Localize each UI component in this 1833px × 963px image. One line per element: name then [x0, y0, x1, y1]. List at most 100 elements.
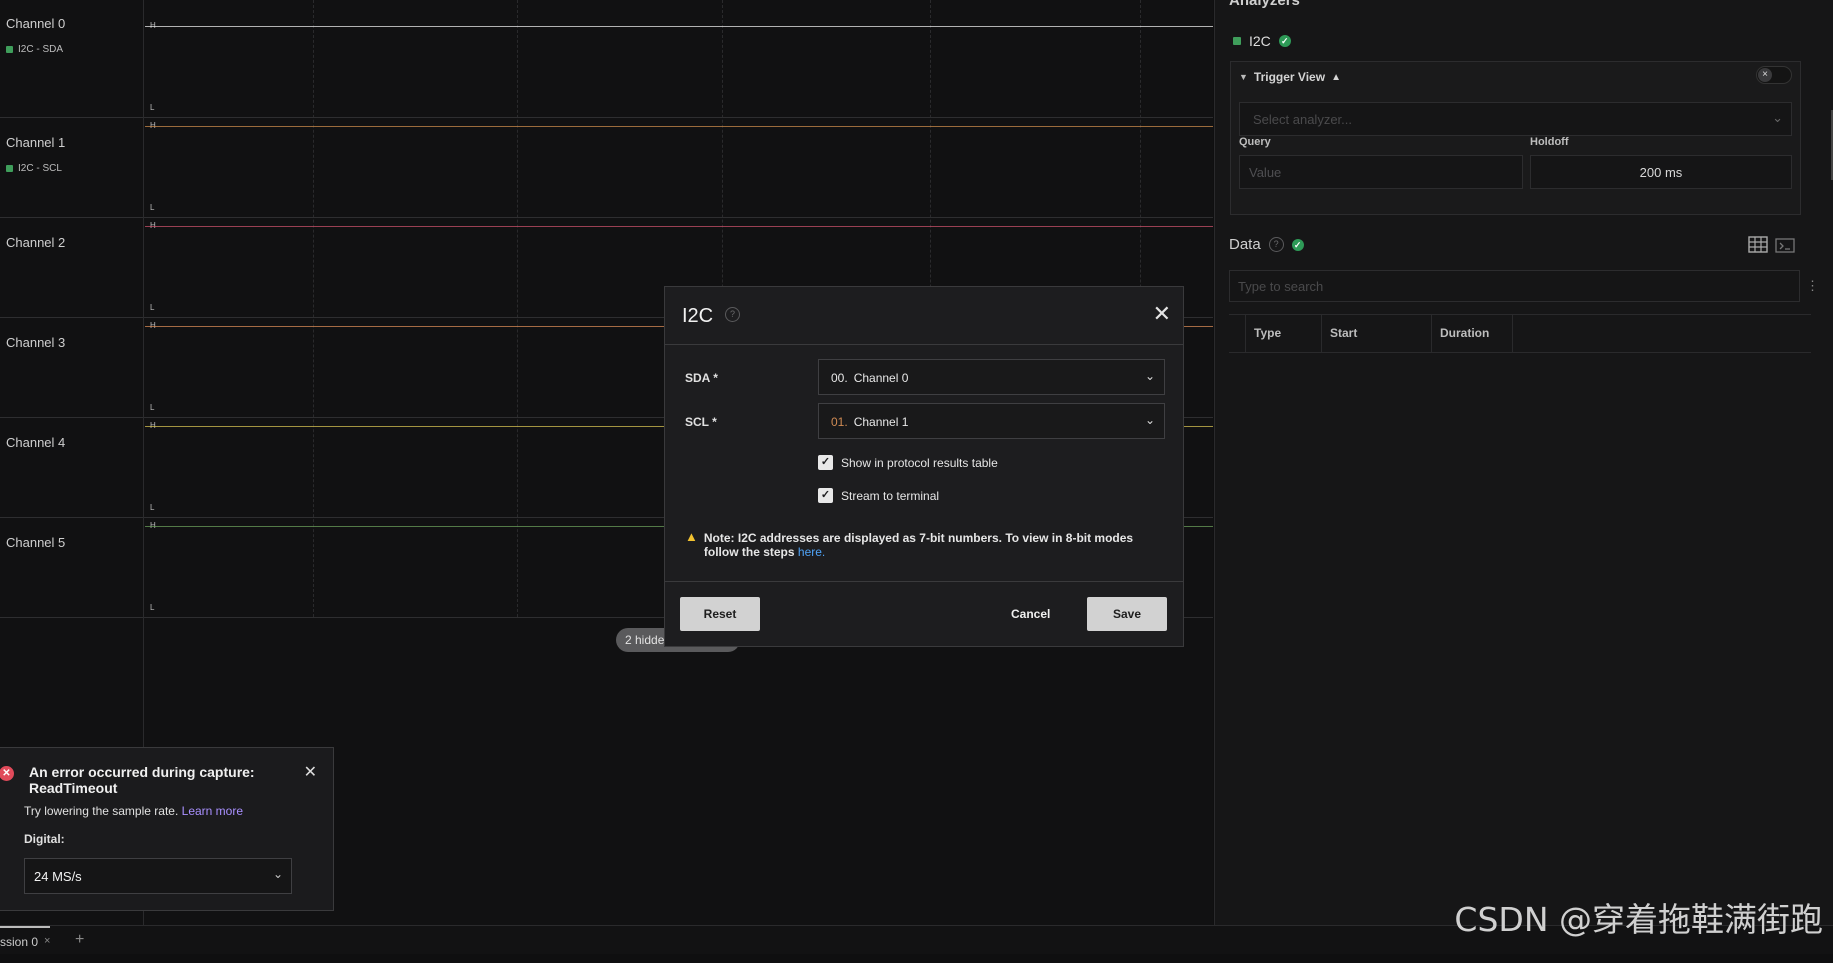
stream-to-terminal-option[interactable]: ✓ Stream to terminal [818, 488, 939, 503]
capture-error-toast: ✕ An error occurred during capture: Read… [0, 747, 334, 911]
column-header-start[interactable]: Start [1321, 315, 1431, 352]
select-analyzer-placeholder: Select analyzer... [1253, 112, 1352, 127]
reset-button[interactable]: Reset [680, 597, 760, 631]
warning-icon: ▲ [1331, 71, 1341, 83]
error-body-text: Try lowering the sample rate. [24, 804, 179, 818]
channel-name: Channel 1 [6, 135, 66, 150]
check-circle-icon: ✓ [1291, 238, 1304, 251]
error-title: An error occurred during capture: ReadTi… [29, 764, 255, 796]
scl-channel-value: Channel 1 [853, 415, 909, 429]
close-icon[interactable]: ✕ [304, 762, 317, 782]
results-table-label: Show in protocol results table [841, 455, 998, 470]
scl-label: SCL * [685, 415, 717, 429]
watermark: CSDN @穿着拖鞋满街跑 [1454, 900, 1823, 939]
active-tab-indicator [0, 926, 51, 928]
results-table-checkbox[interactable]: ✓ [818, 455, 833, 470]
sda-label: SDA * [685, 371, 718, 385]
note-text: Note: I2C addresses are displayed as 7-b… [703, 531, 1134, 559]
analyzers-heading: Analyzers [1229, 0, 1300, 9]
dialog-title: I2C [682, 305, 714, 327]
analyzer-tag: I2C - SCL [6, 163, 62, 174]
channel-name: Channel 5 [6, 535, 66, 550]
error-icon: ✕ [0, 766, 14, 781]
analyzer-color-swatch [6, 165, 13, 172]
learn-more-link[interactable]: Learn more [182, 804, 243, 818]
query-placeholder: Value [1249, 165, 1282, 180]
query-label: Query [1239, 136, 1271, 148]
query-input[interactable]: Value [1239, 155, 1523, 189]
terminal-label: Stream to terminal [841, 488, 940, 503]
save-button[interactable]: Save [1087, 597, 1167, 631]
show-in-results-option[interactable]: ✓ Show in protocol results table [818, 455, 998, 470]
table-view-icon[interactable] [1748, 236, 1768, 253]
close-icon[interactable]: ✕ [1153, 301, 1171, 327]
level-low-label: L [150, 303, 155, 312]
chevron-down-icon: ⌄ [1772, 110, 1783, 125]
add-tab-icon[interactable]: + [75, 931, 84, 949]
label-divider [143, 0, 144, 117]
terminal-view-icon[interactable] [1775, 238, 1795, 253]
analyzer-tag-label: I2C - SDA [18, 44, 64, 55]
scl-channel-select[interactable]: 01. Channel 1 ⌄ [818, 403, 1165, 439]
channel-name: Channel 2 [6, 235, 66, 250]
tab-session[interactable]: ssion 0 × [0, 926, 51, 963]
column-header-type[interactable]: Type [1245, 315, 1321, 352]
label-divider [143, 217, 144, 317]
channel-row[interactable]: Channel 0I2C - SDAHL [0, 0, 1213, 118]
channel-row[interactable]: Channel 1I2C - SCLHL [0, 117, 1213, 218]
sample-rate-value: 24 MS/s [34, 869, 82, 884]
error-message: Try lowering the sample rate. Learn more [24, 804, 243, 818]
signal-trace [145, 226, 1213, 227]
terminal-checkbox[interactable]: ✓ [818, 488, 833, 503]
analyzer-entry-i2c[interactable]: I2C ✓ [1233, 33, 1291, 49]
help-icon[interactable]: ? [1268, 237, 1284, 252]
analyzer-tag: I2C - SDA [6, 44, 63, 55]
trigger-view-panel: ▼ Trigger View ▲ × Select analyzer... ⌄ … [1230, 61, 1801, 215]
channel-name: Channel 0 [6, 16, 66, 31]
trigger-view-header[interactable]: ▼ Trigger View ▲ [1239, 70, 1341, 84]
trigger-view-toggle[interactable]: × [1756, 66, 1792, 84]
tab-session-label: ssion 0 [0, 935, 39, 949]
more-options-icon[interactable]: ⋮ [1806, 278, 1819, 294]
level-low-label: L [150, 503, 155, 512]
channel-name: Channel 4 [6, 435, 66, 450]
note-link[interactable]: here. [798, 545, 825, 559]
data-search-input[interactable]: Type to search [1229, 270, 1800, 302]
data-title: Data [1229, 236, 1261, 253]
analyzer-color-swatch [1233, 37, 1241, 45]
analyzer-name: I2C [1249, 33, 1271, 49]
sda-channel-value: Channel 0 [853, 371, 909, 385]
dialog-footer: Reset Cancel Save [665, 581, 1183, 649]
signal-trace [145, 126, 1213, 127]
level-low-label: L [150, 603, 155, 612]
analyzer-tag-label: I2C - SCL [18, 163, 62, 174]
warning-icon: ▲ [685, 529, 698, 544]
check-circle-icon: ✓ [1278, 35, 1291, 47]
cancel-button[interactable]: Cancel [1011, 597, 1050, 631]
sda-channel-number: 00. [831, 371, 848, 385]
holdoff-value: 200 ms [1639, 165, 1683, 180]
chevron-down-icon: ⌄ [272, 867, 283, 881]
holdoff-input[interactable]: 200 ms [1530, 155, 1792, 189]
right-panel: Analyzers I2C ✓ ▼ Trigger View ▲ × Selec… [1214, 0, 1833, 925]
scl-channel-number: 01. [831, 415, 848, 429]
analyzer-color-swatch [6, 46, 13, 53]
sample-rate-select[interactable]: 24 MS/s ⌄ [24, 858, 292, 894]
digital-label: Digital: [24, 832, 65, 846]
column-header-duration[interactable]: Duration [1431, 315, 1513, 352]
select-analyzer-dropdown[interactable]: Select analyzer... ⌄ [1239, 102, 1792, 136]
help-icon[interactable]: ? [725, 307, 740, 322]
chevron-down-icon: ⌄ [1144, 413, 1155, 427]
dialog-header: I2C ? ✕ [665, 287, 1183, 345]
level-low-label: L [150, 103, 155, 112]
sda-channel-select[interactable]: 00. Channel 0 ⌄ [818, 359, 1165, 395]
chevron-down-icon: ⌄ [1144, 369, 1155, 383]
channel-name: Channel 3 [6, 335, 66, 350]
address-note: ▲ Note: I2C addresses are displayed as 7… [685, 529, 1155, 560]
trigger-view-title: Trigger View [1253, 70, 1326, 84]
data-section-header: Data ? ✓ [1229, 236, 1304, 253]
close-icon: × [1758, 68, 1772, 82]
close-icon[interactable]: × [44, 935, 50, 963]
label-divider [143, 317, 144, 417]
level-low-label: L [150, 203, 155, 212]
